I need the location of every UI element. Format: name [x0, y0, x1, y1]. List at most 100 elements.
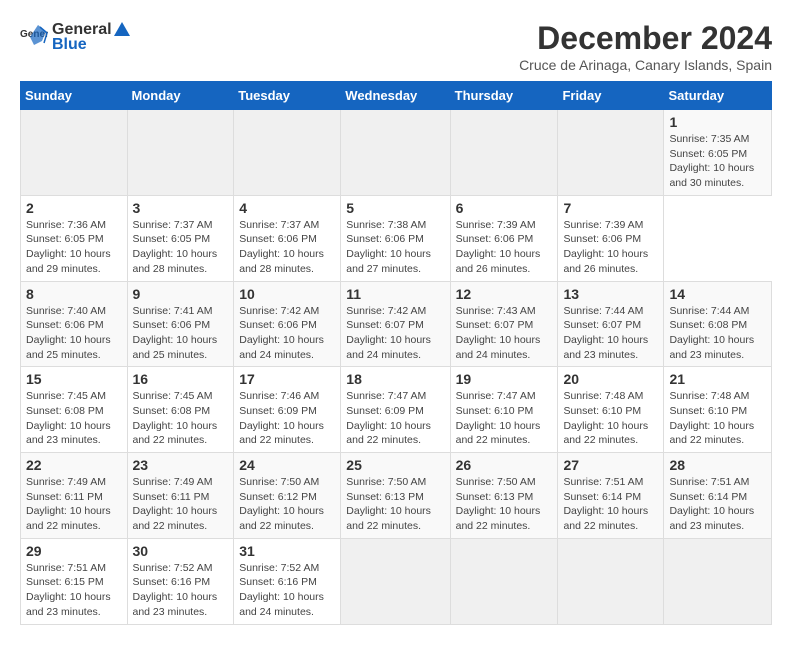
day-number: 16 — [133, 371, 229, 387]
day-number: 27 — [563, 457, 658, 473]
calendar-row-1: 1 Sunrise: 7:35 AM Sunset: 6:05 PM Daylig… — [21, 110, 772, 196]
day-info: Sunrise: 7:51 AM Sunset: 6:14 PM Dayligh… — [669, 476, 754, 532]
calendar-row-5: 22 Sunrise: 7:49 AM Sunset: 6:11 PM Dayli… — [21, 453, 772, 539]
day-number: 10 — [239, 286, 335, 302]
header-row: SundayMondayTuesdayWednesdayThursdayFrid… — [21, 82, 772, 110]
calendar-cell: 31Sunrise: 7:52 AM Sunset: 6:16 PM Dayli… — [234, 538, 341, 624]
day-number: 8 — [26, 286, 122, 302]
calendar-cell: 19Sunrise: 7:47 AM Sunset: 6:10 PM Dayli… — [450, 367, 558, 453]
calendar-cell — [341, 538, 450, 624]
calendar-cell: 8 Sunrise: 7:40 AM Sunset: 6:06 PM Daylig… — [21, 281, 128, 367]
day-number: 26 — [456, 457, 553, 473]
calendar-cell: 21Sunrise: 7:48 AM Sunset: 6:10 PM Dayli… — [664, 367, 772, 453]
header-day-sunday: Sunday — [21, 82, 128, 110]
day-number: 4 — [239, 200, 335, 216]
calendar-header: SundayMondayTuesdayWednesdayThursdayFrid… — [21, 82, 772, 110]
day-number: 7 — [563, 200, 658, 216]
calendar-cell: 24Sunrise: 7:50 AM Sunset: 6:12 PM Dayli… — [234, 453, 341, 539]
calendar-cell: 4 Sunrise: 7:37 AM Sunset: 6:06 PM Daylig… — [234, 195, 341, 281]
day-info: Sunrise: 7:39 AM Sunset: 6:06 PM Dayligh… — [456, 219, 541, 275]
day-info: Sunrise: 7:52 AM Sunset: 6:16 PM Dayligh… — [133, 562, 218, 618]
day-info: Sunrise: 7:42 AM Sunset: 6:07 PM Dayligh… — [346, 305, 431, 361]
logo-triangle-icon — [112, 20, 132, 40]
day-number: 29 — [26, 543, 122, 559]
calendar-cell: 1 Sunrise: 7:35 AM Sunset: 6:05 PM Daylig… — [664, 110, 772, 196]
day-number: 1 — [669, 114, 766, 130]
calendar-cell — [558, 110, 664, 196]
calendar-cell: 3 Sunrise: 7:37 AM Sunset: 6:05 PM Daylig… — [127, 195, 234, 281]
page-header: General General Blue December 2024 Cruce… — [20, 20, 772, 73]
day-info: Sunrise: 7:49 AM Sunset: 6:11 PM Dayligh… — [133, 476, 218, 532]
calendar-row-3: 8 Sunrise: 7:40 AM Sunset: 6:06 PM Daylig… — [21, 281, 772, 367]
calendar-cell — [341, 110, 450, 196]
day-number: 19 — [456, 371, 553, 387]
day-info: Sunrise: 7:52 AM Sunset: 6:16 PM Dayligh… — [239, 562, 324, 618]
day-info: Sunrise: 7:50 AM Sunset: 6:13 PM Dayligh… — [346, 476, 431, 532]
calendar-cell: 15 Sunrise: 7:45 AM Sunset: 6:08 PM Dayli… — [21, 367, 128, 453]
calendar-cell: 12Sunrise: 7:43 AM Sunset: 6:07 PM Dayli… — [450, 281, 558, 367]
day-info: Sunrise: 7:36 AM Sunset: 6:05 PM Dayligh… — [26, 219, 111, 275]
calendar-cell: 14Sunrise: 7:44 AM Sunset: 6:08 PM Dayli… — [664, 281, 772, 367]
calendar-body: 1 Sunrise: 7:35 AM Sunset: 6:05 PM Daylig… — [21, 110, 772, 625]
calendar-cell: 9Sunrise: 7:41 AM Sunset: 6:06 PM Daylig… — [127, 281, 234, 367]
day-number: 17 — [239, 371, 335, 387]
day-info: Sunrise: 7:45 AM Sunset: 6:08 PM Dayligh… — [133, 390, 218, 446]
calendar-row-6: 29Sunrise: 7:51 AM Sunset: 6:15 PM Dayli… — [21, 538, 772, 624]
day-info: Sunrise: 7:40 AM Sunset: 6:06 PM Dayligh… — [26, 305, 111, 361]
calendar-cell: 7Sunrise: 7:39 AM Sunset: 6:06 PM Daylig… — [558, 195, 664, 281]
calendar-cell — [234, 110, 341, 196]
calendar-cell: 5Sunrise: 7:38 AM Sunset: 6:06 PM Daylig… — [341, 195, 450, 281]
calendar-cell: 29Sunrise: 7:51 AM Sunset: 6:15 PM Dayli… — [21, 538, 128, 624]
day-info: Sunrise: 7:37 AM Sunset: 6:05 PM Dayligh… — [133, 219, 218, 275]
day-number: 6 — [456, 200, 553, 216]
day-number: 2 — [26, 200, 122, 216]
day-number: 15 — [26, 371, 122, 387]
day-number: 13 — [563, 286, 658, 302]
calendar-table: SundayMondayTuesdayWednesdayThursdayFrid… — [20, 81, 772, 625]
day-info: Sunrise: 7:42 AM Sunset: 6:06 PM Dayligh… — [239, 305, 324, 361]
day-info: Sunrise: 7:35 AM Sunset: 6:05 PM Dayligh… — [669, 133, 754, 189]
header-day-wednesday: Wednesday — [341, 82, 450, 110]
calendar-cell — [664, 538, 772, 624]
day-info: Sunrise: 7:43 AM Sunset: 6:07 PM Dayligh… — [456, 305, 541, 361]
calendar-cell: 2 Sunrise: 7:36 AM Sunset: 6:05 PM Daylig… — [21, 195, 128, 281]
day-number: 23 — [133, 457, 229, 473]
calendar-cell: 13 Sunrise: 7:44 AM Sunset: 6:07 PM Dayli… — [558, 281, 664, 367]
calendar-cell — [127, 110, 234, 196]
day-number: 9 — [133, 286, 229, 302]
day-info: Sunrise: 7:37 AM Sunset: 6:06 PM Dayligh… — [239, 219, 324, 275]
calendar-cell — [450, 538, 558, 624]
day-info: Sunrise: 7:48 AM Sunset: 6:10 PM Dayligh… — [669, 390, 754, 446]
header-day-tuesday: Tuesday — [234, 82, 341, 110]
day-info: Sunrise: 7:47 AM Sunset: 6:09 PM Dayligh… — [346, 390, 431, 446]
calendar-cell — [558, 538, 664, 624]
header-day-friday: Friday — [558, 82, 664, 110]
calendar-cell: 30Sunrise: 7:52 AM Sunset: 6:16 PM Dayli… — [127, 538, 234, 624]
day-info: Sunrise: 7:51 AM Sunset: 6:14 PM Dayligh… — [563, 476, 648, 532]
day-info: Sunrise: 7:44 AM Sunset: 6:07 PM Dayligh… — [563, 305, 648, 361]
calendar-cell: 11Sunrise: 7:42 AM Sunset: 6:07 PM Dayli… — [341, 281, 450, 367]
calendar-cell: 25Sunrise: 7:50 AM Sunset: 6:13 PM Dayli… — [341, 453, 450, 539]
day-info: Sunrise: 7:50 AM Sunset: 6:12 PM Dayligh… — [239, 476, 324, 532]
title-section: December 2024 Cruce de Arinaga, Canary I… — [519, 20, 772, 73]
day-info: Sunrise: 7:50 AM Sunset: 6:13 PM Dayligh… — [456, 476, 541, 532]
day-number: 20 — [563, 371, 658, 387]
header-day-saturday: Saturday — [664, 82, 772, 110]
main-title: December 2024 — [519, 20, 772, 57]
calendar-cell — [21, 110, 128, 196]
header-day-thursday: Thursday — [450, 82, 558, 110]
header-day-monday: Monday — [127, 82, 234, 110]
day-number: 22 — [26, 457, 122, 473]
day-number: 18 — [346, 371, 444, 387]
day-info: Sunrise: 7:45 AM Sunset: 6:08 PM Dayligh… — [26, 390, 111, 446]
calendar-cell: 22 Sunrise: 7:49 AM Sunset: 6:11 PM Dayli… — [21, 453, 128, 539]
day-number: 5 — [346, 200, 444, 216]
day-info: Sunrise: 7:49 AM Sunset: 6:11 PM Dayligh… — [26, 476, 111, 532]
day-number: 3 — [133, 200, 229, 216]
day-info: Sunrise: 7:44 AM Sunset: 6:08 PM Dayligh… — [669, 305, 754, 361]
calendar-cell: 16 Sunrise: 7:45 AM Sunset: 6:08 PM Dayli… — [127, 367, 234, 453]
calendar-cell: 6 Sunrise: 7:39 AM Sunset: 6:06 PM Daylig… — [450, 195, 558, 281]
logo-icon: General — [20, 23, 48, 51]
day-number: 28 — [669, 457, 766, 473]
day-info: Sunrise: 7:48 AM Sunset: 6:10 PM Dayligh… — [563, 390, 648, 446]
